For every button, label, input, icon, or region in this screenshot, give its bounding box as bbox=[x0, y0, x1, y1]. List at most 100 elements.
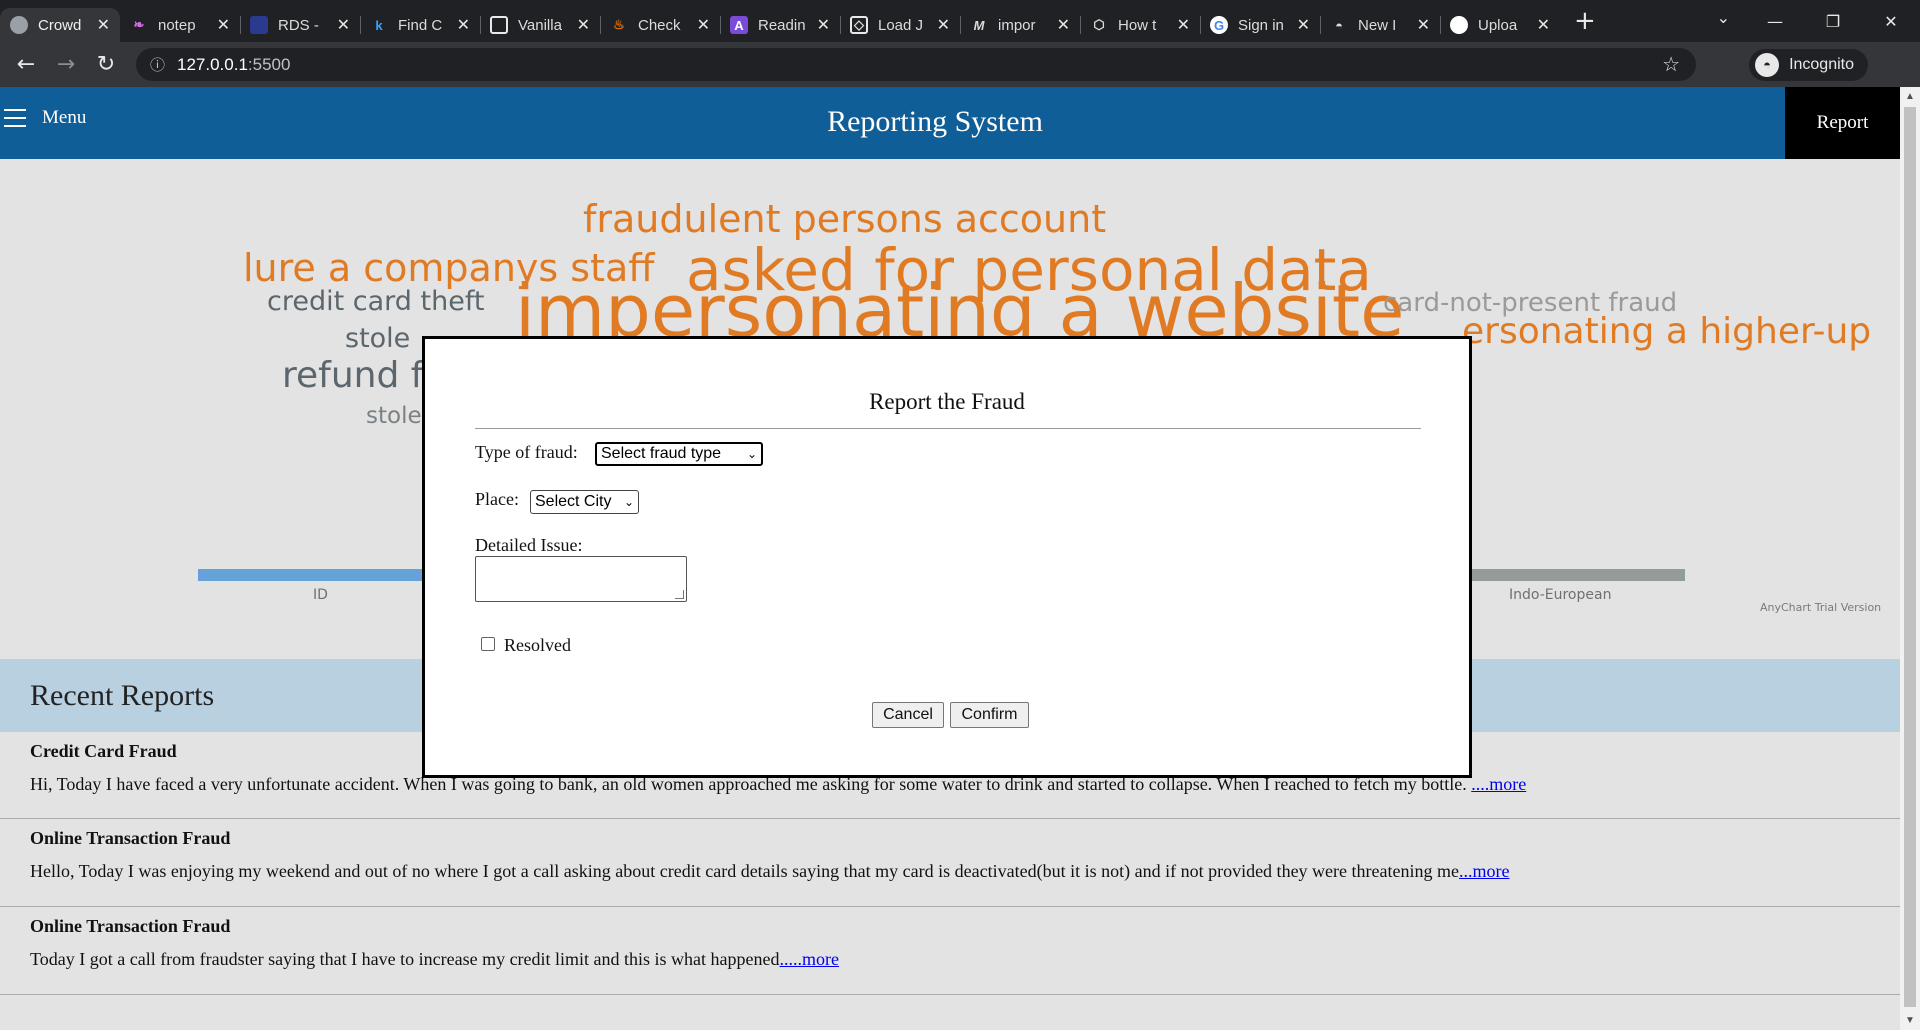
close-icon[interactable]: ✕ bbox=[337, 15, 350, 35]
report-item: Online Transaction Fraud Hello, Today I … bbox=[0, 819, 1900, 907]
tab-label: Readin bbox=[758, 16, 806, 34]
forward-icon[interactable]: → bbox=[46, 52, 86, 77]
incognito-icon: ◓ bbox=[1335, 17, 1343, 33]
fraud-type-value: Select fraud type bbox=[601, 445, 722, 462]
browser-tab[interactable]: ❧ notep ✕ bbox=[120, 8, 241, 42]
back-icon[interactable]: ← bbox=[6, 52, 46, 77]
legend-label-right: Indo-European bbox=[1509, 587, 1612, 603]
browser-tab[interactable]: ♨ Check ✕ bbox=[600, 8, 721, 42]
page-title: Reporting System bbox=[827, 105, 1043, 138]
minimize-icon[interactable]: — bbox=[1746, 12, 1804, 31]
close-icon[interactable]: ✕ bbox=[217, 15, 230, 35]
close-icon[interactable]: ✕ bbox=[97, 15, 110, 35]
address-bar[interactable]: ⓘ 127.0.0.1:5500 ☆ bbox=[136, 48, 1696, 81]
city-value: Select City bbox=[535, 493, 612, 510]
github-icon bbox=[1450, 16, 1468, 34]
cloud-word: credit card theft bbox=[267, 286, 485, 317]
read-more-link[interactable]: .....more bbox=[780, 949, 839, 969]
modal-title: Report the Fraud bbox=[869, 389, 1025, 414]
close-icon[interactable]: ✕ bbox=[577, 15, 590, 35]
scroll-up-icon[interactable]: ▲ bbox=[1905, 91, 1915, 102]
resolved-checkbox[interactable] bbox=[481, 637, 495, 651]
report-title: Credit Card Fraud bbox=[30, 741, 177, 761]
tab-label: Find C bbox=[398, 16, 443, 34]
confirm-button[interactable]: Confirm bbox=[950, 702, 1029, 728]
codepen-icon: ◇ bbox=[850, 16, 868, 34]
browser-tab[interactable]: Crowd ✕ bbox=[0, 8, 120, 42]
report-body: Today I got a call from fraudster saying… bbox=[30, 949, 839, 970]
url-port: :5500 bbox=[247, 54, 291, 74]
tab-label: Vanilla bbox=[518, 16, 562, 34]
tab-label: Sign in bbox=[1238, 16, 1284, 34]
close-icon[interactable]: ✕ bbox=[697, 15, 710, 35]
k-icon: k bbox=[375, 17, 383, 33]
anychart-watermark: AnyChart Trial Version bbox=[1760, 601, 1882, 614]
cloud-word: fraudulent persons account bbox=[583, 197, 1107, 241]
fraud-type-select[interactable]: Select fraud type ⌄ bbox=[595, 442, 763, 466]
place-label: Place: bbox=[475, 489, 519, 509]
chevron-down-icon[interactable]: ⌄ bbox=[1717, 8, 1730, 27]
close-icon[interactable]: ✕ bbox=[1537, 15, 1550, 35]
browser-tab[interactable]: G Sign in ✕ bbox=[1200, 8, 1321, 42]
close-icon[interactable]: ✕ bbox=[1177, 15, 1190, 35]
incognito-icon: ◓ bbox=[1755, 53, 1780, 77]
browser-tab[interactable]: Uploa ✕ bbox=[1440, 8, 1560, 42]
tab-label: Uploa bbox=[1478, 16, 1518, 34]
read-more-link[interactable]: ...more bbox=[1459, 861, 1509, 881]
close-icon[interactable]: ✕ bbox=[457, 15, 470, 35]
cloud-legend-bar-left bbox=[198, 569, 433, 581]
bookmark-star-icon[interactable]: ☆ bbox=[1662, 52, 1680, 77]
browser-tab[interactable]: A Readin ✕ bbox=[720, 8, 841, 42]
browser-tab[interactable]: k Find C ✕ bbox=[360, 8, 481, 42]
resolved-label: Resolved bbox=[504, 635, 571, 655]
app-header: Menu Reporting System Report bbox=[0, 87, 1900, 159]
close-icon[interactable]: ✕ bbox=[1057, 15, 1070, 35]
report-title: Online Transaction Fraud bbox=[30, 828, 231, 848]
cube-icon: ⬡ bbox=[1093, 17, 1105, 32]
browser-tab[interactable]: ◇ Load J ✕ bbox=[840, 8, 961, 42]
browser-tab[interactable]: ◓ New I ✕ bbox=[1320, 8, 1441, 42]
tab-label: How t bbox=[1118, 16, 1157, 34]
incognito-indicator[interactable]: ◓ Incognito bbox=[1749, 49, 1868, 81]
scroll-down-icon[interactable]: ▼ bbox=[1905, 1015, 1915, 1026]
recent-reports-heading: Recent Reports bbox=[30, 679, 215, 712]
square-icon bbox=[490, 16, 508, 34]
tab-label: Crowd bbox=[38, 16, 82, 34]
detailed-issue-label: Detailed Issue: bbox=[475, 535, 583, 555]
close-icon[interactable]: ✕ bbox=[817, 15, 830, 35]
info-icon[interactable]: ⓘ bbox=[150, 54, 165, 75]
cloud-word: stole bbox=[345, 323, 411, 354]
cloud-word: ersonating a higher-up bbox=[1462, 311, 1872, 352]
reload-icon[interactable]: ↻ bbox=[86, 52, 126, 77]
cloud-word: stole bbox=[366, 403, 422, 429]
chevron-down-icon: ⌄ bbox=[746, 447, 757, 461]
cloud-legend-bar-right bbox=[1470, 569, 1685, 581]
medium-icon: M bbox=[973, 17, 985, 33]
browser-tab[interactable]: RDS - ✕ bbox=[240, 8, 361, 42]
city-select[interactable]: Select City ⌄ bbox=[530, 490, 639, 514]
detailed-issue-textarea[interactable] bbox=[475, 556, 687, 602]
a-icon: A bbox=[730, 16, 748, 34]
browser-tab[interactable]: ⬡ How t ✕ bbox=[1080, 8, 1201, 42]
close-icon[interactable]: ✕ bbox=[937, 15, 950, 35]
cloud-word: refund f bbox=[282, 355, 424, 396]
rds-icon bbox=[250, 16, 268, 34]
cancel-button[interactable]: Cancel bbox=[872, 702, 944, 728]
new-tab-icon[interactable]: + bbox=[1574, 6, 1596, 36]
scrollbar-thumb[interactable] bbox=[1904, 107, 1916, 1007]
report-fraud-modal: Report the Fraud Type of fraud: Select f… bbox=[422, 336, 1472, 778]
browser-tab[interactable]: Vanilla ✕ bbox=[480, 8, 601, 42]
report-button[interactable]: Report bbox=[1785, 87, 1900, 159]
window-controls: — ❐ ✕ bbox=[1746, 0, 1920, 42]
report-text: Hello, Today I was enjoying my weekend a… bbox=[30, 861, 1459, 881]
close-window-icon[interactable]: ✕ bbox=[1862, 12, 1920, 31]
restore-icon[interactable]: ❐ bbox=[1804, 12, 1862, 31]
close-icon[interactable]: ✕ bbox=[1297, 15, 1310, 35]
fraud-type-label: Type of fraud: bbox=[475, 442, 578, 462]
close-icon[interactable]: ✕ bbox=[1417, 15, 1430, 35]
modal-divider bbox=[475, 428, 1421, 429]
browser-tab[interactable]: M impor ✕ bbox=[960, 8, 1081, 42]
google-icon: G bbox=[1210, 16, 1228, 34]
read-more-link[interactable]: ....more bbox=[1471, 774, 1526, 794]
page-scrollbar[interactable]: ▲ ▼ bbox=[1900, 87, 1920, 1030]
